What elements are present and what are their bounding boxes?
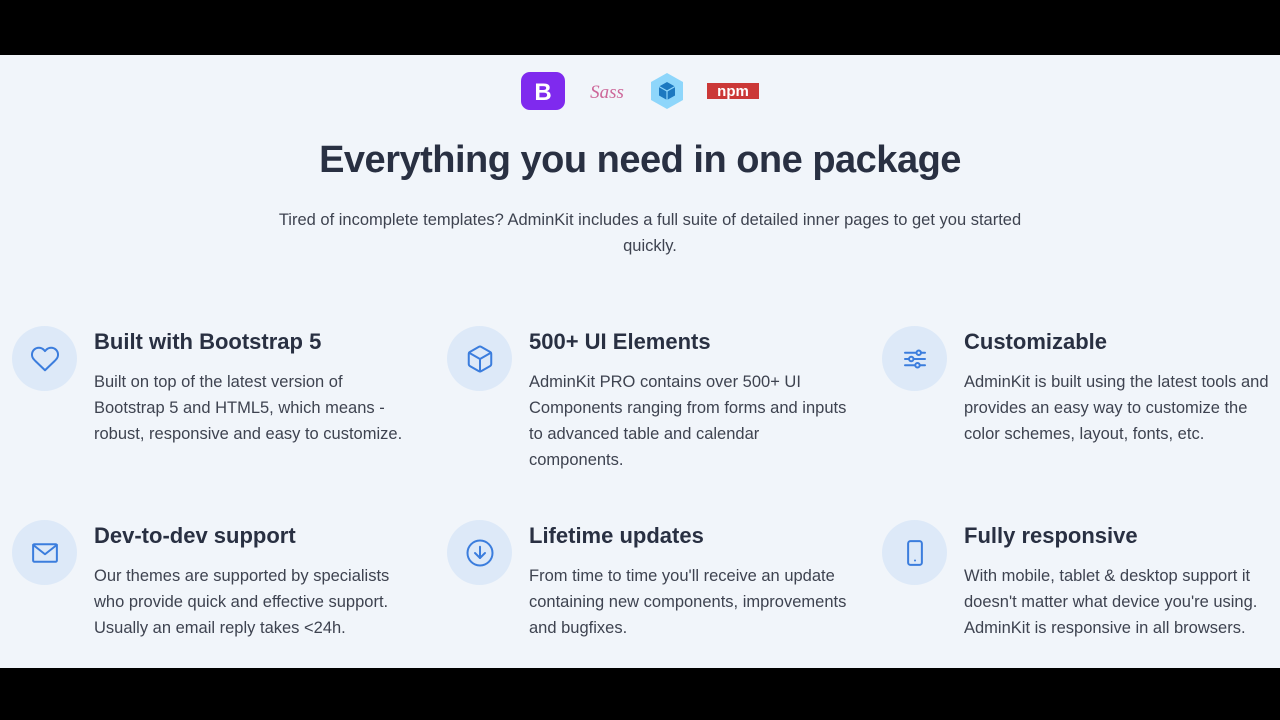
bootstrap-logo: B	[519, 71, 567, 111]
feature-card: 500+ UI Elements AdminKit PRO contains o…	[447, 326, 847, 476]
feature-icon-badge	[882, 326, 947, 391]
feature-card: Lifetime updates From time to time you'l…	[447, 520, 847, 668]
feature-title: 500+ UI Elements	[529, 329, 711, 354]
feature-title: Built with Bootstrap 5	[94, 329, 322, 354]
feature-icon-badge	[447, 520, 512, 585]
feature-icon-badge	[447, 326, 512, 391]
feature-description: AdminKit is built using the latest tools…	[964, 373, 1269, 443]
features-section: B Sass npm Everything you need in one pa…	[0, 55, 1280, 668]
feature-description: From time to time you'll receive an upda…	[529, 567, 847, 637]
feature-title: Customizable	[964, 329, 1108, 354]
feature-description: AdminKit PRO contains over 500+ UI Compo…	[529, 373, 847, 469]
feature-description: Our themes are supported by specialists …	[94, 567, 390, 637]
feature-card: Built with Bootstrap 5 Built on top of t…	[12, 326, 412, 476]
sass-logo: Sass	[585, 71, 629, 111]
feature-card: Dev-to-dev support Our themes are suppor…	[12, 520, 412, 668]
feature-card: Customizable AdminKit is built using the…	[882, 326, 1280, 476]
section-subtitle: Tired of incomplete templates? AdminKit …	[278, 211, 1022, 255]
tech-logos-row: B Sass npm	[0, 70, 1280, 112]
sliders-icon	[903, 348, 926, 368]
smartphone-icon	[906, 539, 923, 566]
feature-card: Fully responsive With mobile, tablet & d…	[882, 520, 1280, 668]
npm-logo: npm	[705, 71, 761, 111]
bootstrap-logo-letter: B	[534, 79, 551, 106]
letterbox-bottom	[0, 668, 1280, 720]
npm-logo-text: npm	[717, 83, 749, 100]
feature-title: Lifetime updates	[529, 523, 704, 548]
heart-icon	[30, 346, 59, 371]
webpack-logo	[647, 71, 687, 111]
feature-description: With mobile, tablet & desktop support it…	[964, 567, 1258, 637]
feature-icon-badge	[882, 520, 947, 585]
letterbox-top	[0, 0, 1280, 55]
feature-description: Built on top of the latest version of Bo…	[94, 373, 403, 443]
cube-icon	[467, 345, 492, 372]
feature-icon-badge	[12, 520, 77, 585]
download-circle-icon	[466, 539, 493, 566]
feature-icon-badge	[12, 326, 77, 391]
feature-title: Fully responsive	[964, 523, 1138, 548]
section-title: Everything you need in one package	[319, 139, 961, 181]
feature-title: Dev-to-dev support	[94, 523, 296, 548]
sass-logo-text: Sass	[590, 82, 624, 103]
mail-icon	[31, 542, 58, 563]
